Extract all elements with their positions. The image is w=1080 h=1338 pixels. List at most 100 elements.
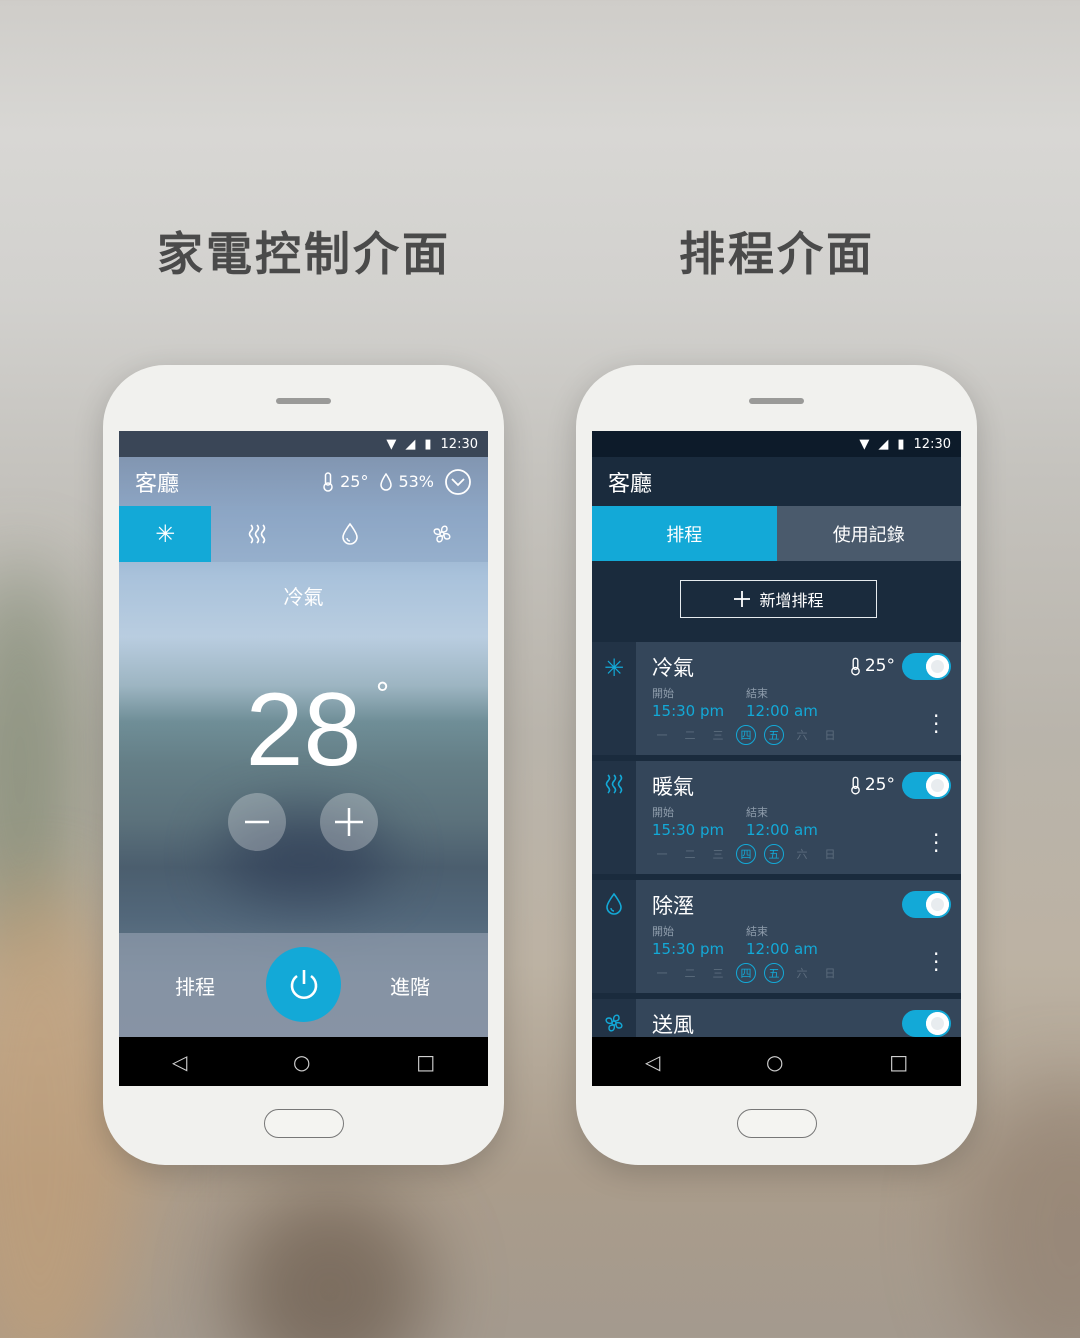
back-icon[interactable]: ◁ xyxy=(645,1050,660,1074)
schedule-toggle[interactable] xyxy=(902,653,951,680)
power-button[interactable] xyxy=(266,947,341,1022)
mode-label: 冷氣 xyxy=(283,585,324,609)
recents-icon[interactable]: □ xyxy=(889,1050,908,1074)
heat-waves-icon xyxy=(605,774,623,794)
battery-icon: ▮ xyxy=(424,436,432,452)
day-sat[interactable]: 六 xyxy=(792,963,812,983)
thermometer-icon xyxy=(851,657,860,675)
home-icon[interactable]: ○ xyxy=(766,1050,783,1074)
day-mon[interactable]: 一 xyxy=(652,844,672,864)
day-wed[interactable]: 三 xyxy=(708,725,728,745)
schedule-card-cool[interactable]: ✳ 冷氣 25° 開始 結束 15:30 pm 12:00 am 一 二 三 四… xyxy=(592,642,961,755)
day-mon[interactable]: 一 xyxy=(652,963,672,983)
app-bar: 客廳 25° 53% xyxy=(119,457,488,506)
schedule-toggle[interactable] xyxy=(902,772,951,799)
android-navbar: ◁ ○ □ xyxy=(592,1037,961,1086)
day-wed[interactable]: 三 xyxy=(708,844,728,864)
schedule-card-heat[interactable]: 暖氣 25° 開始 結束 15:30 pm 12:00 am 一 二 三 四 五… xyxy=(592,761,961,874)
mode-cool-tab[interactable]: ✳ xyxy=(119,506,212,562)
indoor-temp: 25° xyxy=(340,472,369,491)
weekday-row: 一 二 三 四 五 六 日 xyxy=(652,844,840,864)
phone-control: ▼ ◢ ▮ 12:30 客廳 25° 53% ✳ 冷氣 28 ° 排程 進階 ◁… xyxy=(103,365,504,1165)
day-fri[interactable]: 五 xyxy=(764,844,784,864)
schedule-temp: 25° xyxy=(850,656,895,676)
schedule-card-dry[interactable]: 除溼 開始 結束 15:30 pm 12:00 am 一 二 三 四 五 六 日… xyxy=(592,880,961,993)
day-wed[interactable]: 三 xyxy=(708,963,728,983)
set-temperature: 28 xyxy=(245,672,362,788)
thermometer-icon xyxy=(323,471,333,492)
day-thu[interactable]: 四 xyxy=(736,725,756,745)
day-tue[interactable]: 二 xyxy=(680,963,700,983)
day-sat[interactable]: 六 xyxy=(792,844,812,864)
more-icon[interactable]: · · · xyxy=(933,944,939,980)
power-icon xyxy=(290,969,317,999)
add-schedule-button[interactable]: 新增排程 xyxy=(680,580,877,618)
weekday-row: 一 二 三 四 五 六 日 xyxy=(652,963,840,983)
thermometer-icon xyxy=(851,776,860,794)
day-thu[interactable]: 四 xyxy=(736,844,756,864)
end-time: 12:00 am xyxy=(746,702,818,720)
home-button[interactable] xyxy=(737,1109,817,1138)
day-mon[interactable]: 一 xyxy=(652,725,672,745)
earpiece xyxy=(276,398,331,404)
mode-fan-tab[interactable] xyxy=(396,506,488,562)
schedule-link[interactable]: 排程 xyxy=(175,971,215,1000)
more-icon[interactable]: · · · xyxy=(933,706,939,742)
start-label: 開始 xyxy=(652,806,674,819)
day-sun[interactable]: 日 xyxy=(820,725,840,745)
start-label: 開始 xyxy=(652,687,674,700)
day-fri[interactable]: 五 xyxy=(764,725,784,745)
day-sun[interactable]: 日 xyxy=(820,963,840,983)
bottom-controls: 排程 進階 xyxy=(119,933,488,1037)
status-time: 12:30 xyxy=(913,436,951,452)
day-thu[interactable]: 四 xyxy=(736,963,756,983)
add-schedule-label: 新增排程 xyxy=(759,591,824,610)
end-time: 12:00 am xyxy=(746,821,818,839)
end-label: 結束 xyxy=(746,806,768,819)
wifi-icon: ▼ xyxy=(859,436,870,452)
day-tue[interactable]: 二 xyxy=(680,844,700,864)
snowflake-icon: ✳ xyxy=(603,654,625,682)
heat-waves-icon xyxy=(249,524,266,544)
schedule-toggle[interactable] xyxy=(902,1010,951,1037)
end-label: 結束 xyxy=(746,687,768,700)
day-tue[interactable]: 二 xyxy=(680,725,700,745)
temp-decrease-button[interactable] xyxy=(228,793,286,851)
recents-icon[interactable]: □ xyxy=(416,1050,435,1074)
room-title: 客廳 xyxy=(135,471,180,497)
wifi-icon: ▼ xyxy=(386,436,397,452)
schedule-tabs: 排程 使用記錄 xyxy=(592,506,961,561)
day-fri[interactable]: 五 xyxy=(764,963,784,983)
temp-increase-button[interactable] xyxy=(320,793,378,851)
advanced-link[interactable]: 進階 xyxy=(390,971,430,1000)
minus-icon xyxy=(245,820,269,824)
signal-icon: ◢ xyxy=(405,436,416,452)
room-title: 客廳 xyxy=(592,457,961,506)
schedule-screen: ▼ ◢ ▮ 12:30 客廳 排程 使用記錄 新增排程 ✳ 冷氣 25° 開始 … xyxy=(592,431,961,1086)
phone-schedule: ▼ ◢ ▮ 12:30 客廳 排程 使用記錄 新增排程 ✳ 冷氣 25° 開始 … xyxy=(576,365,977,1165)
android-navbar: ◁ ○ □ xyxy=(119,1037,488,1086)
tab-history[interactable]: 使用記錄 xyxy=(776,506,961,561)
chevron-down-icon[interactable] xyxy=(444,468,472,496)
back-icon[interactable]: ◁ xyxy=(172,1050,187,1074)
droplet-icon xyxy=(341,522,358,545)
start-time: 15:30 pm xyxy=(652,702,725,720)
home-button[interactable] xyxy=(264,1109,344,1138)
fan-icon xyxy=(433,525,451,543)
more-icon[interactable]: · · · xyxy=(933,825,939,861)
schedule-toggle[interactable] xyxy=(902,891,951,918)
mode-dry-tab[interactable] xyxy=(304,506,396,562)
mode-heat-tab[interactable] xyxy=(211,506,303,562)
caption-control: 家電控制介面 xyxy=(157,227,451,281)
schedule-mode-name: 送風 xyxy=(652,1013,694,1037)
snowflake-icon: ✳ xyxy=(155,520,176,548)
battery-icon: ▮ xyxy=(897,436,905,452)
tab-schedule[interactable]: 排程 xyxy=(592,506,777,561)
day-sun[interactable]: 日 xyxy=(820,844,840,864)
schedule-temp: 25° xyxy=(850,775,895,795)
day-sat[interactable]: 六 xyxy=(792,725,812,745)
home-icon[interactable]: ○ xyxy=(293,1050,310,1074)
droplet-icon xyxy=(606,892,622,915)
schedule-mode-name: 冷氣 xyxy=(652,656,694,680)
plus-icon xyxy=(734,591,751,607)
